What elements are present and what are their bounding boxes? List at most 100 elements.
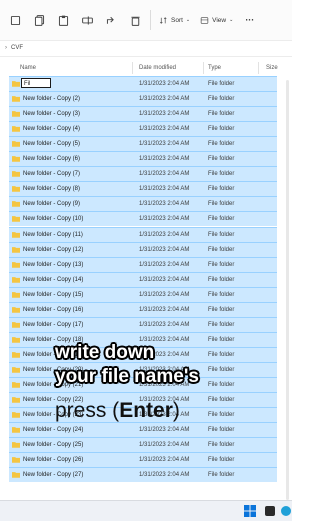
rename-input[interactable]: Fil [21, 78, 51, 88]
file-name: New folder - Copy (2) [23, 96, 81, 103]
file-row[interactable]: New folder - Copy (24) 1/31/2023 2:04 AM F… [9, 422, 277, 438]
file-type: File folder [208, 246, 235, 253]
rename-button[interactable] [76, 9, 98, 31]
file-type: File folder [208, 366, 235, 373]
share-icon [106, 16, 114, 24]
column-divider[interactable] [258, 62, 259, 74]
folder-icon [12, 457, 20, 463]
paste-button[interactable] [52, 9, 74, 31]
file-row[interactable]: New folder - Copy (12) 1/31/2023 2:04 AM F… [9, 241, 277, 257]
file-date: 1/31/2023 2:04 AM [139, 171, 190, 178]
folder-icon [12, 261, 20, 268]
file-name: New folder - Copy (10) [23, 216, 84, 223]
taskbar-edge-icon[interactable] [280, 505, 292, 517]
file-type: File folder [208, 126, 235, 133]
column-name[interactable]: Name [20, 65, 36, 71]
file-row[interactable]: New folder - Copy (3) 1/31/2023 2:04 AM Fi… [9, 106, 277, 122]
caption-press: press ( [55, 399, 120, 422]
cut-button[interactable] [4, 9, 26, 31]
file-row[interactable]: New folder - Copy (26) 1/31/2023 2:04 AM F… [9, 452, 277, 468]
file-row[interactable]: New folder - Copy (9) 1/31/2023 2:04 AM Fi… [9, 196, 277, 212]
folder-icon [12, 246, 20, 253]
column-date[interactable]: Date modified [139, 65, 176, 71]
address-bar[interactable]: › CVF [0, 40, 292, 57]
file-row[interactable]: New folder - Copy (14) 1/31/2023 2:04 AM F… [9, 271, 277, 287]
file-name: New folder - Copy (13) [23, 261, 84, 268]
breadcrumb[interactable]: CVF [11, 45, 23, 51]
file-name: New folder - Copy (24) [23, 427, 84, 434]
taskbar-app-icon[interactable] [264, 505, 276, 517]
file-row[interactable]: New folder - Copy (25) 1/31/2023 2:04 AM F… [9, 437, 277, 453]
file-date: 1/31/2023 2:04 AM [139, 306, 190, 313]
folder-icon [12, 111, 20, 117]
file-type: File folder [208, 412, 235, 419]
folder-icon [12, 291, 20, 298]
file-row[interactable]: New folder - Copy (6) 1/31/2023 2:04 AM Fi… [9, 151, 277, 167]
file-row[interactable]: New folder - Copy (8) 1/31/2023 2:04 AM Fi… [9, 181, 277, 197]
sort-button[interactable]: Sort ⌄ [159, 16, 190, 25]
column-type[interactable]: Type [208, 65, 221, 71]
file-date: 1/31/2023 2:04 AM [139, 231, 190, 238]
share-button[interactable] [100, 9, 122, 31]
file-name: New folder - Copy (11) [23, 231, 83, 238]
folder-icon [12, 96, 20, 102]
folder-icon [12, 351, 20, 358]
folder-icon [12, 171, 20, 177]
file-type: File folder [208, 96, 235, 103]
delete-button[interactable] [124, 9, 146, 31]
file-row[interactable]: New folder - Copy (10) 1/31/2023 2:04 AM F… [9, 211, 277, 227]
folder-icon [12, 126, 20, 132]
file-type: File folder [208, 397, 235, 404]
file-name: New folder - Copy (7) [23, 171, 81, 178]
column-size[interactable]: Size [266, 65, 278, 71]
more-icon: ··· [245, 15, 255, 25]
file-row[interactable]: New folder - Copy (15) 1/31/2023 2:04 AM F… [9, 286, 277, 302]
file-type: File folder [208, 306, 235, 313]
file-type: File folder [208, 111, 235, 118]
file-row[interactable]: New folder - Copy (5) 1/31/2023 2:04 AM Fi… [9, 136, 277, 152]
file-row[interactable]: New folder - Copy (27) 1/31/2023 2:04 AM F… [9, 467, 277, 483]
file-type: File folder [208, 186, 235, 193]
folder-icon [12, 216, 20, 223]
folder-icon [12, 427, 20, 433]
file-type: File folder [208, 291, 235, 298]
column-divider[interactable] [203, 62, 204, 74]
file-name: New folder - Copy (17) [23, 321, 84, 328]
column-divider[interactable] [132, 62, 133, 74]
file-type: File folder [208, 156, 235, 163]
folder-icon [12, 231, 20, 238]
file-row[interactable]: New folder - Copy (11) 1/31/2023 2:04 AM F… [9, 226, 277, 242]
copy-button[interactable] [28, 9, 50, 31]
folder-icon [12, 81, 20, 87]
file-row[interactable]: New folder - Copy (13) 1/31/2023 2:04 AM F… [9, 256, 277, 272]
view-button[interactable]: View ⌄ [200, 16, 233, 25]
column-header: Name Date modified Type Size [0, 60, 292, 76]
file-name: New folder - Copy (25) [23, 442, 84, 449]
file-date: 1/31/2023 2:04 AM [139, 276, 190, 283]
file-row[interactable]: New folder - Copy (16) 1/31/2023 2:04 AM F… [9, 301, 277, 317]
file-date: 1/31/2023 2:04 AM [139, 472, 190, 479]
file-type: File folder [208, 171, 235, 178]
file-type: File folder [208, 321, 235, 328]
file-date: 1/31/2023 2:04 AM [139, 216, 190, 223]
file-type: File folder [208, 216, 235, 223]
file-name: New folder - Copy (14) [23, 276, 84, 283]
vertical-scrollbar[interactable] [286, 80, 289, 500]
file-row[interactable]: Fil 1/31/2023 2:04 AM File folder [9, 76, 277, 91]
file-name: New folder - Copy (3) [23, 111, 81, 118]
file-row[interactable]: New folder - Copy (17) 1/31/2023 2:04 AM F… [9, 316, 277, 332]
view-label: View [212, 16, 227, 24]
file-type: File folder [208, 141, 235, 148]
file-row[interactable]: New folder - Copy (7) 1/31/2023 2:04 AM Fi… [9, 166, 277, 182]
file-type: File folder [208, 442, 235, 449]
folder-icon [12, 412, 20, 418]
chevron-down-icon: ⌄ [185, 17, 191, 23]
file-row[interactable]: New folder - Copy (2) 1/31/2023 2:04 AM Fi… [9, 91, 277, 107]
file-row[interactable]: New folder - Copy (4) 1/31/2023 2:04 AM Fi… [9, 121, 277, 137]
file-name: New folder - Copy (8) [23, 186, 81, 193]
windows-start-icon[interactable] [244, 505, 256, 517]
file-type: File folder [208, 201, 235, 208]
toolbar-divider [150, 10, 151, 30]
more-button[interactable]: ··· [245, 15, 254, 25]
file-name: New folder - Copy (9) [23, 201, 81, 208]
